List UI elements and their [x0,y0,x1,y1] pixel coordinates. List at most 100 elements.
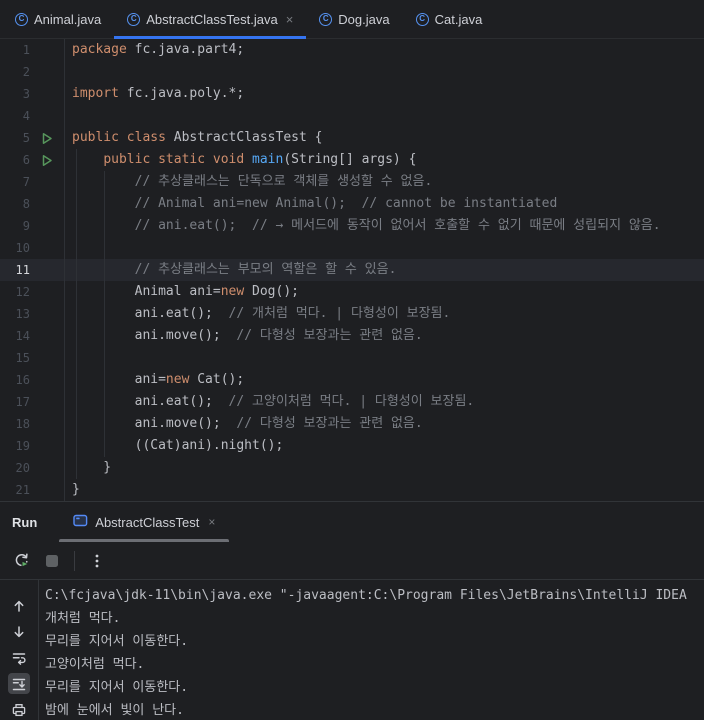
line-number: 12 [15,285,30,299]
code-line: 12 Animal ani=new Dog(); [0,281,704,303]
code-text: package fc.java.part4; [72,42,245,57]
line-number: 14 [15,329,30,343]
console-line: 밤에 눈에서 빛이 난다. [45,703,184,718]
rerun-icon[interactable] [10,550,32,572]
code-text: ani.move(); // 다형성 보장과는 관련 없음. [72,328,423,343]
close-icon[interactable]: × [286,12,294,27]
more-options-icon[interactable] [86,550,108,572]
code-line: 10 [0,237,704,259]
code-line: 19 ((Cat)ani).night(); [0,435,704,457]
line-number: 19 [15,439,30,453]
code-text: public static void main(String[] args) { [103,152,417,167]
run-line-icon[interactable] [41,132,53,145]
editor-tab-label: Animal.java [34,11,102,27]
line-number: 2 [22,65,30,79]
console-output[interactable]: C:\fcjava\jdk-11\bin\java.exe "-javaagen… [39,580,704,720]
editor-tab-bar: C Animal.java C AbstractClassTest.java × C Dog… [0,0,704,39]
run-tab-label: AbstractClassTest [95,514,200,530]
code-line: 17 ani.eat(); // 고양이처럼 먹다. | 다형성이 보장됨. [0,391,704,413]
line-number: 3 [22,87,30,101]
code-line: 4 [0,105,704,127]
code-line: 13 ani.eat(); // 개처럼 먹다. | 다형성이 보장됨. [0,303,704,325]
line-number: 8 [22,197,30,211]
code-line: 20 } [0,457,704,479]
run-config-icon [73,514,88,530]
down-arrow-icon[interactable] [8,622,30,643]
code-line: 11 // 추상클래스는 부모의 역할은 할 수 있음. [0,259,704,281]
editor-tab[interactable]: C Animal.java [2,0,114,38]
line-number: 17 [15,395,30,409]
close-icon[interactable]: × [208,515,215,529]
code-line: 8 // Animal ani=new Animal(); // cannot … [0,193,704,215]
code-line: 6 public static void main(String[] args)… [0,149,704,171]
code-line: 5 public class AbstractClassTest { [0,127,704,149]
indent-guide [76,149,77,479]
class-icon: C [319,12,333,26]
line-number: 13 [15,307,30,321]
run-panel-header: Run AbstractClassTest × [0,502,704,542]
code-text: public class AbstractClassTest { [72,130,323,145]
console-line: 고양이처럼 먹다. [45,657,145,672]
print-icon[interactable] [8,699,30,720]
code-text: // Animal ani=new Animal(); // cannot be… [134,196,558,211]
stop-icon[interactable] [41,550,63,572]
run-tool-window: Run AbstractClassTest × C:\fcjava\jdk-11… [0,501,704,720]
editor-tab[interactable]: C Cat.java [403,0,496,38]
class-icon: C [415,12,429,26]
code-line: 21} [0,479,704,501]
code-line: 7 // 추상클래스는 단독으로 객체를 생성할 수 없음. [0,171,704,193]
editor-tab[interactable]: C AbstractClassTest.java × [114,0,307,39]
line-number: 5 [22,131,30,145]
code-text: Animal ani=new Dog(); [72,284,299,299]
line-number: 4 [22,109,30,123]
scroll-to-end-icon[interactable] [8,673,30,695]
code-line: 9 // ani.eat(); // → 메서드에 동작이 없어서 호출할 수 … [0,215,704,237]
toolbar-separator [74,550,75,571]
editor-tab-label: AbstractClassTest.java [146,11,278,27]
line-number: 15 [15,351,30,365]
code-line: 16 ani=new Cat(); [0,369,704,391]
code-text: ani=new Cat(); [72,372,245,387]
run-toolbar [0,542,704,580]
line-number: 10 [15,241,30,255]
code-line: 18 ani.move(); // 다형성 보장과는 관련 없음. [0,413,704,435]
line-number: 18 [15,417,30,431]
line-number: 21 [15,483,30,497]
code-text: import fc.java.poly.*; [72,86,245,101]
code-text: } [72,460,112,475]
line-number: 6 [22,153,30,167]
line-number: 7 [22,175,30,189]
run-panel-title: Run [12,514,38,530]
code-line: 1 package fc.java.part4; [0,39,704,61]
code-line: 14 ani.move(); // 다형성 보장과는 관련 없음. [0,325,704,347]
code-line: 2 [0,61,704,83]
code-text: ani.move(); // 다형성 보장과는 관련 없음. [72,416,423,431]
run-tab[interactable]: AbstractClassTest × [59,502,230,542]
line-number: 11 [15,263,30,277]
console-toolbar [0,580,39,720]
code-text: ((Cat)ani).night(); [72,438,284,453]
up-arrow-icon[interactable] [8,596,30,617]
line-number: 1 [22,43,30,57]
run-line-icon[interactable] [41,154,53,167]
code-line: 3 import fc.java.poly.*; [0,83,704,105]
code-text: ani.eat(); // 개처럼 먹다. | 다형성이 보장됨. [72,306,451,321]
code-text: } [72,482,80,497]
code-editor[interactable]: 1 package fc.java.part4; 2 3 import fc.java.… [0,39,704,501]
code-text: // 추상클래스는 단독으로 객체를 생성할 수 없음. [134,174,433,189]
console-line: 무리를 지어서 이동한다. [45,680,189,695]
editor-tab[interactable]: C Dog.java [306,0,402,38]
code-text: ani.eat(); // 고양이처럼 먹다. | 다형성이 보장됨. [72,394,475,409]
console-line: 개처럼 먹다. [45,611,121,626]
code-line: 15 [0,347,704,369]
soft-wrap-icon[interactable] [8,648,30,669]
class-icon: C [15,12,28,26]
line-number: 20 [15,461,30,475]
console-line: C:\fcjava\jdk-11\bin\java.exe "-javaagen… [45,588,687,603]
indent-guide [104,171,105,457]
console-line: 무리를 지어서 이동한다. [45,634,189,649]
